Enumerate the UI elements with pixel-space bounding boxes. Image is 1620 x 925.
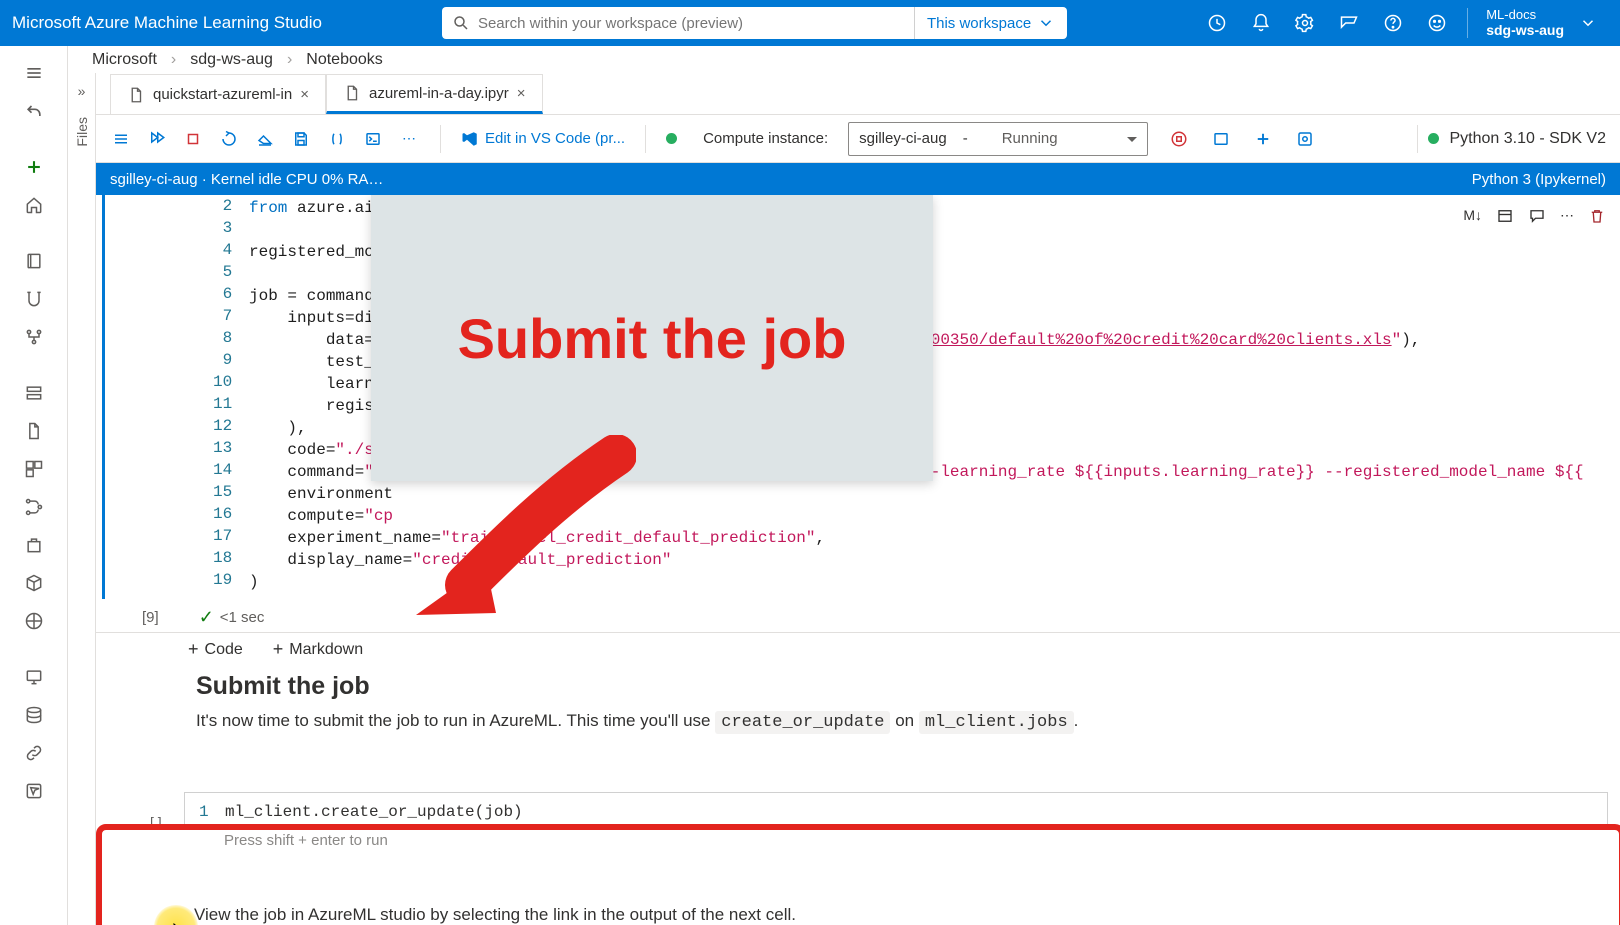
search-scope-dropdown[interactable]: This workspace	[914, 7, 1067, 39]
crumb-current: Notebooks	[306, 51, 383, 69]
line-numbers: 2 3 4 5 6 7 8 910111213141516171819	[213, 195, 232, 591]
app-title: Microsoft Azure Machine Learning Studio	[12, 13, 322, 33]
compute-icon[interactable]	[13, 662, 55, 692]
exec-time: <1 sec	[220, 609, 265, 626]
crumb-workspace[interactable]: sdg-ws-aug	[190, 51, 273, 69]
bell-icon[interactable]	[1241, 0, 1281, 46]
tab-quickstart[interactable]: quickstart-azureml-in ×	[110, 74, 326, 114]
tab-azureml-in-a-day[interactable]: azureml-in-a-day.ipyr ×	[326, 74, 543, 114]
terminal-compute-icon[interactable]	[1210, 128, 1232, 150]
search-icon	[452, 14, 470, 32]
status-dot-icon	[1428, 133, 1439, 144]
back-icon[interactable]	[13, 96, 55, 126]
close-icon[interactable]: ×	[300, 86, 309, 103]
chevron-down-icon	[1037, 14, 1055, 32]
account-info[interactable]: ML-docs sdg-ws-aug	[1486, 7, 1564, 39]
clock-icon[interactable]	[1197, 0, 1237, 46]
stop-icon[interactable]	[182, 128, 204, 150]
chevron-right-icon: »	[78, 83, 86, 99]
add-code-button[interactable]: +Code	[188, 639, 243, 660]
left-nav	[0, 46, 68, 925]
file-icon	[343, 84, 361, 102]
jobs-icon[interactable]	[13, 416, 55, 446]
kernel-selector[interactable]: Python 3.10 - SDK V2	[1449, 130, 1606, 148]
status-dot-icon	[666, 133, 677, 144]
stop-compute-icon[interactable]	[1168, 128, 1190, 150]
run-hint: Press shift + enter to run	[224, 832, 1620, 849]
datastores-icon[interactable]	[13, 700, 55, 730]
compute-view-icon[interactable]	[1294, 128, 1316, 150]
md-text: View the job in AzureML studio by select…	[194, 905, 1620, 925]
restart-icon[interactable]	[218, 128, 240, 150]
new-icon[interactable]	[13, 152, 55, 182]
clear-icon[interactable]	[254, 128, 276, 150]
exec-count: [9]	[142, 609, 159, 626]
tab-label: quickstart-azureml-in	[153, 86, 292, 103]
files-panel-label: Files	[74, 117, 90, 147]
status-left: sgilley-ci-aug · Kernel idle CPU 0% RA…	[110, 171, 383, 188]
run-all-icon[interactable]	[146, 128, 168, 150]
breadcrumb: Microsoft › sdg-ws-aug › Notebooks	[68, 46, 1620, 73]
help-icon[interactable]	[1373, 0, 1413, 46]
status-right: Python 3 (Ipykernel)	[1472, 171, 1606, 188]
more-icon[interactable]: ⋯	[398, 128, 420, 150]
vscode-icon	[461, 130, 479, 148]
menu-icon[interactable]	[110, 128, 132, 150]
markdown-cell[interactable]: Submit the job It's now time to submit t…	[196, 672, 1520, 732]
line-number: 1	[199, 803, 209, 821]
compute-selector[interactable]: sgilley-ci-aug - Running	[848, 122, 1148, 156]
variables-icon[interactable]	[326, 128, 348, 150]
automl-icon[interactable]	[13, 284, 55, 314]
label-icon[interactable]	[13, 776, 55, 806]
md-paragraph: It's now time to submit the job to run i…	[196, 711, 1520, 732]
components-icon[interactable]	[13, 454, 55, 484]
linked-icon[interactable]	[13, 738, 55, 768]
terminal-icon[interactable]	[362, 128, 384, 150]
crumb-root[interactable]: Microsoft	[92, 51, 157, 69]
annotation-callout: Submit the job	[371, 195, 933, 481]
chevron-right-icon: ›	[287, 51, 292, 69]
exec-count-empty: [ ]	[150, 814, 162, 830]
search-input[interactable]	[478, 15, 904, 32]
pipelines-icon[interactable]	[13, 492, 55, 522]
edit-vscode-button[interactable]: Edit in VS Code (pr...	[461, 130, 625, 148]
menu-icon[interactable]	[13, 58, 55, 88]
environments-icon[interactable]	[13, 530, 55, 560]
save-icon[interactable]	[290, 128, 312, 150]
compute-label: Compute instance:	[703, 130, 828, 147]
designer-icon[interactable]	[13, 322, 55, 352]
gear-icon[interactable]	[1285, 0, 1325, 46]
code-cell-2[interactable]: 1 ml_client.create_or_update(job)	[184, 792, 1608, 826]
check-icon: ✓	[199, 607, 214, 628]
endpoints-icon[interactable]	[13, 606, 55, 636]
chevron-right-icon: ›	[171, 51, 176, 69]
tab-label: azureml-in-a-day.ipyr	[369, 85, 509, 102]
file-icon	[127, 86, 145, 104]
notebooks-icon[interactable]	[13, 246, 55, 276]
home-icon[interactable]	[13, 190, 55, 220]
close-icon[interactable]: ×	[517, 85, 526, 102]
add-markdown-button[interactable]: +Markdown	[273, 639, 363, 660]
models-icon[interactable]	[13, 568, 55, 598]
feedback-icon[interactable]	[1329, 0, 1369, 46]
account-chevron-icon[interactable]	[1568, 0, 1608, 46]
global-search[interactable]	[442, 7, 914, 39]
md-heading: Submit the job	[196, 672, 1520, 701]
data-icon[interactable]	[13, 378, 55, 408]
add-compute-icon[interactable]	[1252, 128, 1274, 150]
files-panel-collapsed[interactable]: » Files	[68, 73, 96, 925]
face-icon[interactable]	[1417, 0, 1457, 46]
